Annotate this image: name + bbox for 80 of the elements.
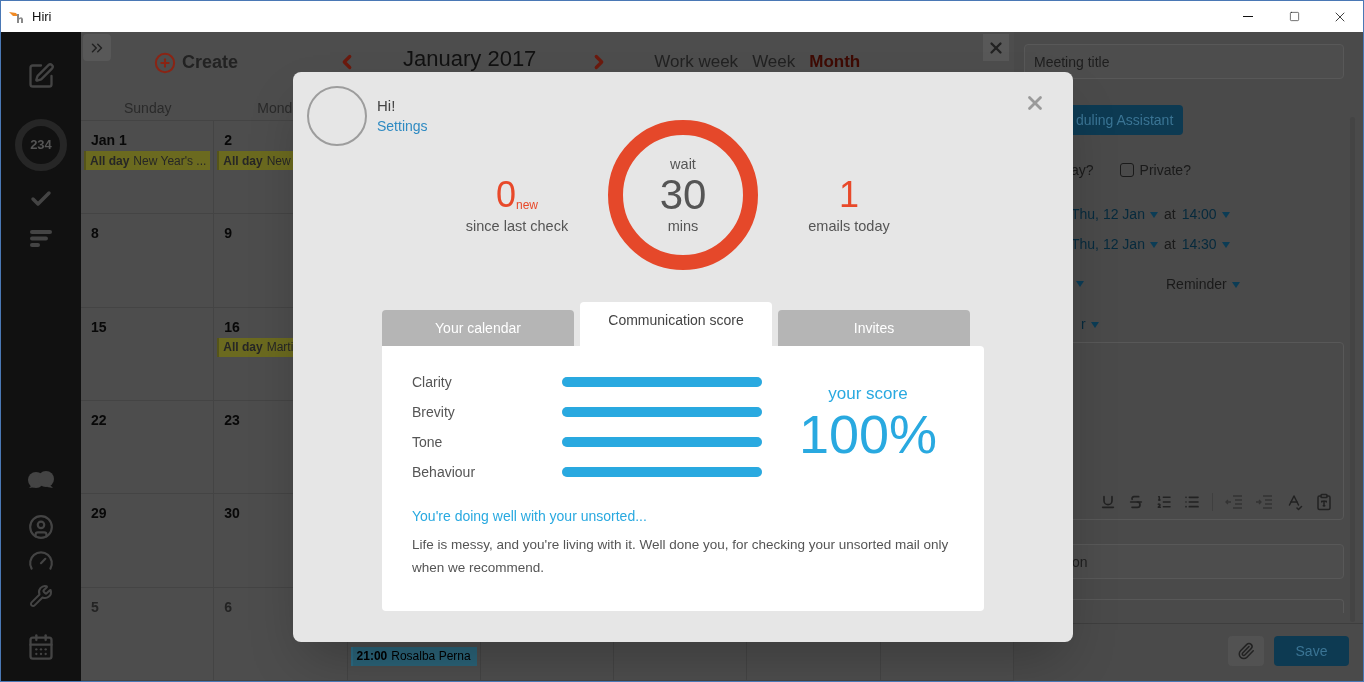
unread-counter[interactable]: 234	[15, 119, 67, 171]
time-dropdown[interactable]: 14:00	[1181, 203, 1230, 225]
new-count: 0	[495, 176, 516, 215]
dialog-tab[interactable]: Your calendar	[382, 310, 574, 346]
calendar-event[interactable]: All day New Year's ...	[84, 151, 211, 170]
caret-icon	[1221, 211, 1230, 218]
minimize-icon	[1243, 16, 1253, 17]
event-time: All day	[223, 339, 263, 357]
dialog-tab[interactable]: Invites	[778, 310, 970, 346]
day-number: 16	[224, 318, 240, 335]
metric-label: Brevity	[412, 402, 456, 422]
emails-count: 1	[839, 176, 859, 215]
view-tab[interactable]: Month	[809, 51, 861, 73]
underline-icon[interactable]	[1100, 494, 1116, 510]
message-body: Life is messy, and you're living with it. Well done you, for checking your unsorted mail only when we recommend.	[412, 536, 950, 577]
chat-icon[interactable]	[27, 470, 55, 490]
calendar-icon[interactable]	[27, 633, 55, 661]
day-number: 30	[224, 505, 240, 522]
avatar[interactable]	[307, 86, 367, 146]
plus-icon	[154, 51, 176, 74]
paste-icon[interactable]	[1315, 493, 1333, 511]
day-number: Jan 1	[91, 132, 127, 148]
month-title: January 2017	[403, 46, 537, 72]
calendar-dropdown[interactable]: r	[1081, 313, 1099, 335]
calendar-event[interactable]: 21:00 Rosalba Perna	[350, 646, 477, 666]
time-dropdown[interactable]: 14:30	[1181, 233, 1230, 255]
close-button[interactable]	[983, 34, 1009, 61]
day-number: 22	[91, 412, 107, 428]
event-title: New Year's ...	[133, 152, 207, 170]
greeting-text: Hi!	[377, 96, 397, 116]
caret-icon	[1076, 281, 1084, 287]
event-time: 21:00	[356, 648, 388, 666]
save-button[interactable]: Save	[1274, 636, 1349, 666]
message-title: You're doing well with your unsorted...	[412, 507, 648, 526]
event-title: Marti	[266, 339, 294, 357]
metric-label: Clarity	[412, 372, 453, 392]
day-number: 9	[224, 225, 233, 242]
event-title: New	[266, 152, 291, 170]
caret-icon	[1149, 211, 1158, 218]
settings-link[interactable]: Settings	[377, 116, 428, 136]
wrench-icon[interactable]	[29, 584, 53, 608]
lines-icon[interactable]	[30, 230, 52, 247]
dialog-tab[interactable]: Communication score	[580, 302, 772, 346]
wait-value: 30	[659, 173, 707, 217]
window-title: Hiri	[32, 7, 52, 26]
expand-button[interactable]	[83, 34, 111, 61]
score-value: 100%	[798, 405, 938, 463]
since-label: since last check	[465, 217, 569, 237]
caret-icon	[1221, 241, 1230, 248]
event-time: All day	[90, 152, 130, 170]
day-number: 29	[91, 505, 107, 522]
attach-button[interactable]	[1228, 636, 1264, 666]
metric-label: Behaviour	[412, 462, 477, 482]
maximize-icon	[1288, 11, 1300, 22]
caret-icon	[1090, 321, 1099, 328]
scheduling-assistant-button[interactable]: duling Assistant	[1071, 105, 1184, 135]
day-number: 2	[224, 132, 233, 148]
wait-label: wait	[670, 155, 696, 173]
event-time: All day	[223, 152, 263, 170]
event-title: Rosalba Perna	[391, 648, 471, 666]
date-dropdown[interactable]: Thu, 12 Jan	[1071, 233, 1158, 255]
app-logo-icon	[9, 9, 24, 24]
date-dropdown[interactable]: Thu, 12 Jan	[1071, 203, 1158, 225]
new-label: new	[516, 198, 538, 214]
caret-icon	[1231, 281, 1240, 288]
wait-unit: mins	[667, 217, 699, 235]
day-number: 15	[91, 318, 107, 335]
bullet-list-icon[interactable]	[1184, 494, 1200, 510]
compose-icon[interactable]	[27, 62, 55, 90]
day-number: 8	[91, 225, 99, 242]
score-label: your score	[828, 383, 908, 405]
numbered-list-icon[interactable]	[1156, 494, 1172, 510]
emails-label: emails today	[808, 217, 890, 237]
paperclip-icon	[1237, 642, 1255, 660]
caret-icon	[1149, 241, 1158, 248]
private-checkbox[interactable]	[1119, 163, 1134, 177]
metric-label: Tone	[412, 432, 444, 452]
user-icon[interactable]	[28, 514, 54, 540]
day-number: 23	[224, 412, 240, 428]
strikethrough-icon[interactable]	[1128, 494, 1144, 510]
